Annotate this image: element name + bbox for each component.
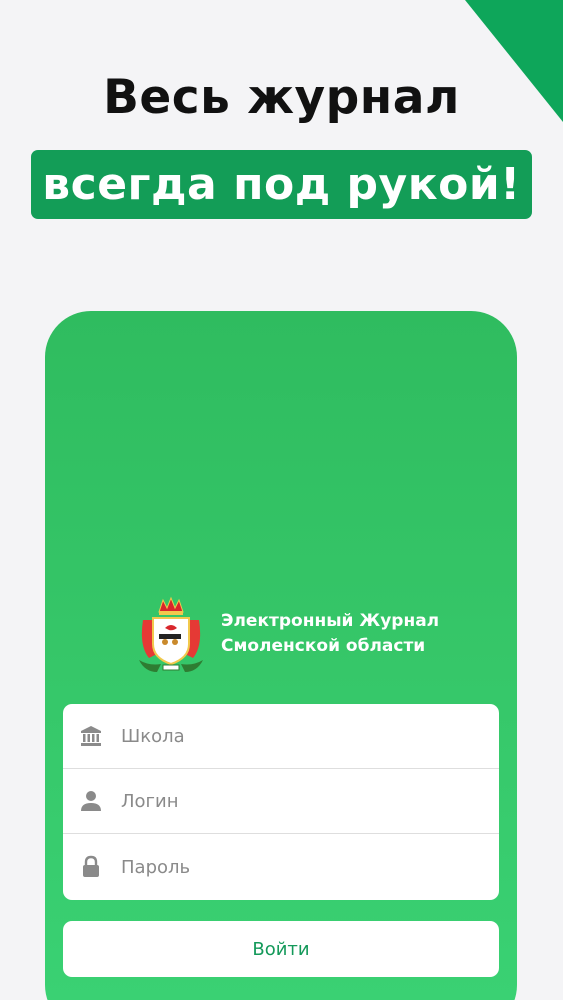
promo-banner: всегда под рукой! <box>31 150 532 219</box>
login-button[interactable]: Войти <box>63 921 499 977</box>
password-input[interactable] <box>121 856 481 878</box>
phone-mockup: Электронный Журнал Смоленской области Шк… <box>45 311 517 1000</box>
password-field[interactable] <box>63 834 499 900</box>
user-icon <box>81 791 101 811</box>
login-input[interactable] <box>121 790 481 812</box>
lock-icon <box>83 855 99 877</box>
promo-headline: Весь журнал <box>103 70 460 125</box>
school-field[interactable] <box>63 704 499 769</box>
school-building-icon <box>81 726 101 746</box>
app-brand: Электронный Журнал Смоленской области <box>135 594 475 674</box>
school-input[interactable] <box>121 725 481 747</box>
login-field[interactable] <box>63 769 499 834</box>
coat-of-arms-icon <box>139 596 203 672</box>
app-title-line2: Смоленской области <box>221 636 426 656</box>
app-title-line1: Электронный Журнал <box>221 611 440 631</box>
login-form <box>63 704 499 900</box>
